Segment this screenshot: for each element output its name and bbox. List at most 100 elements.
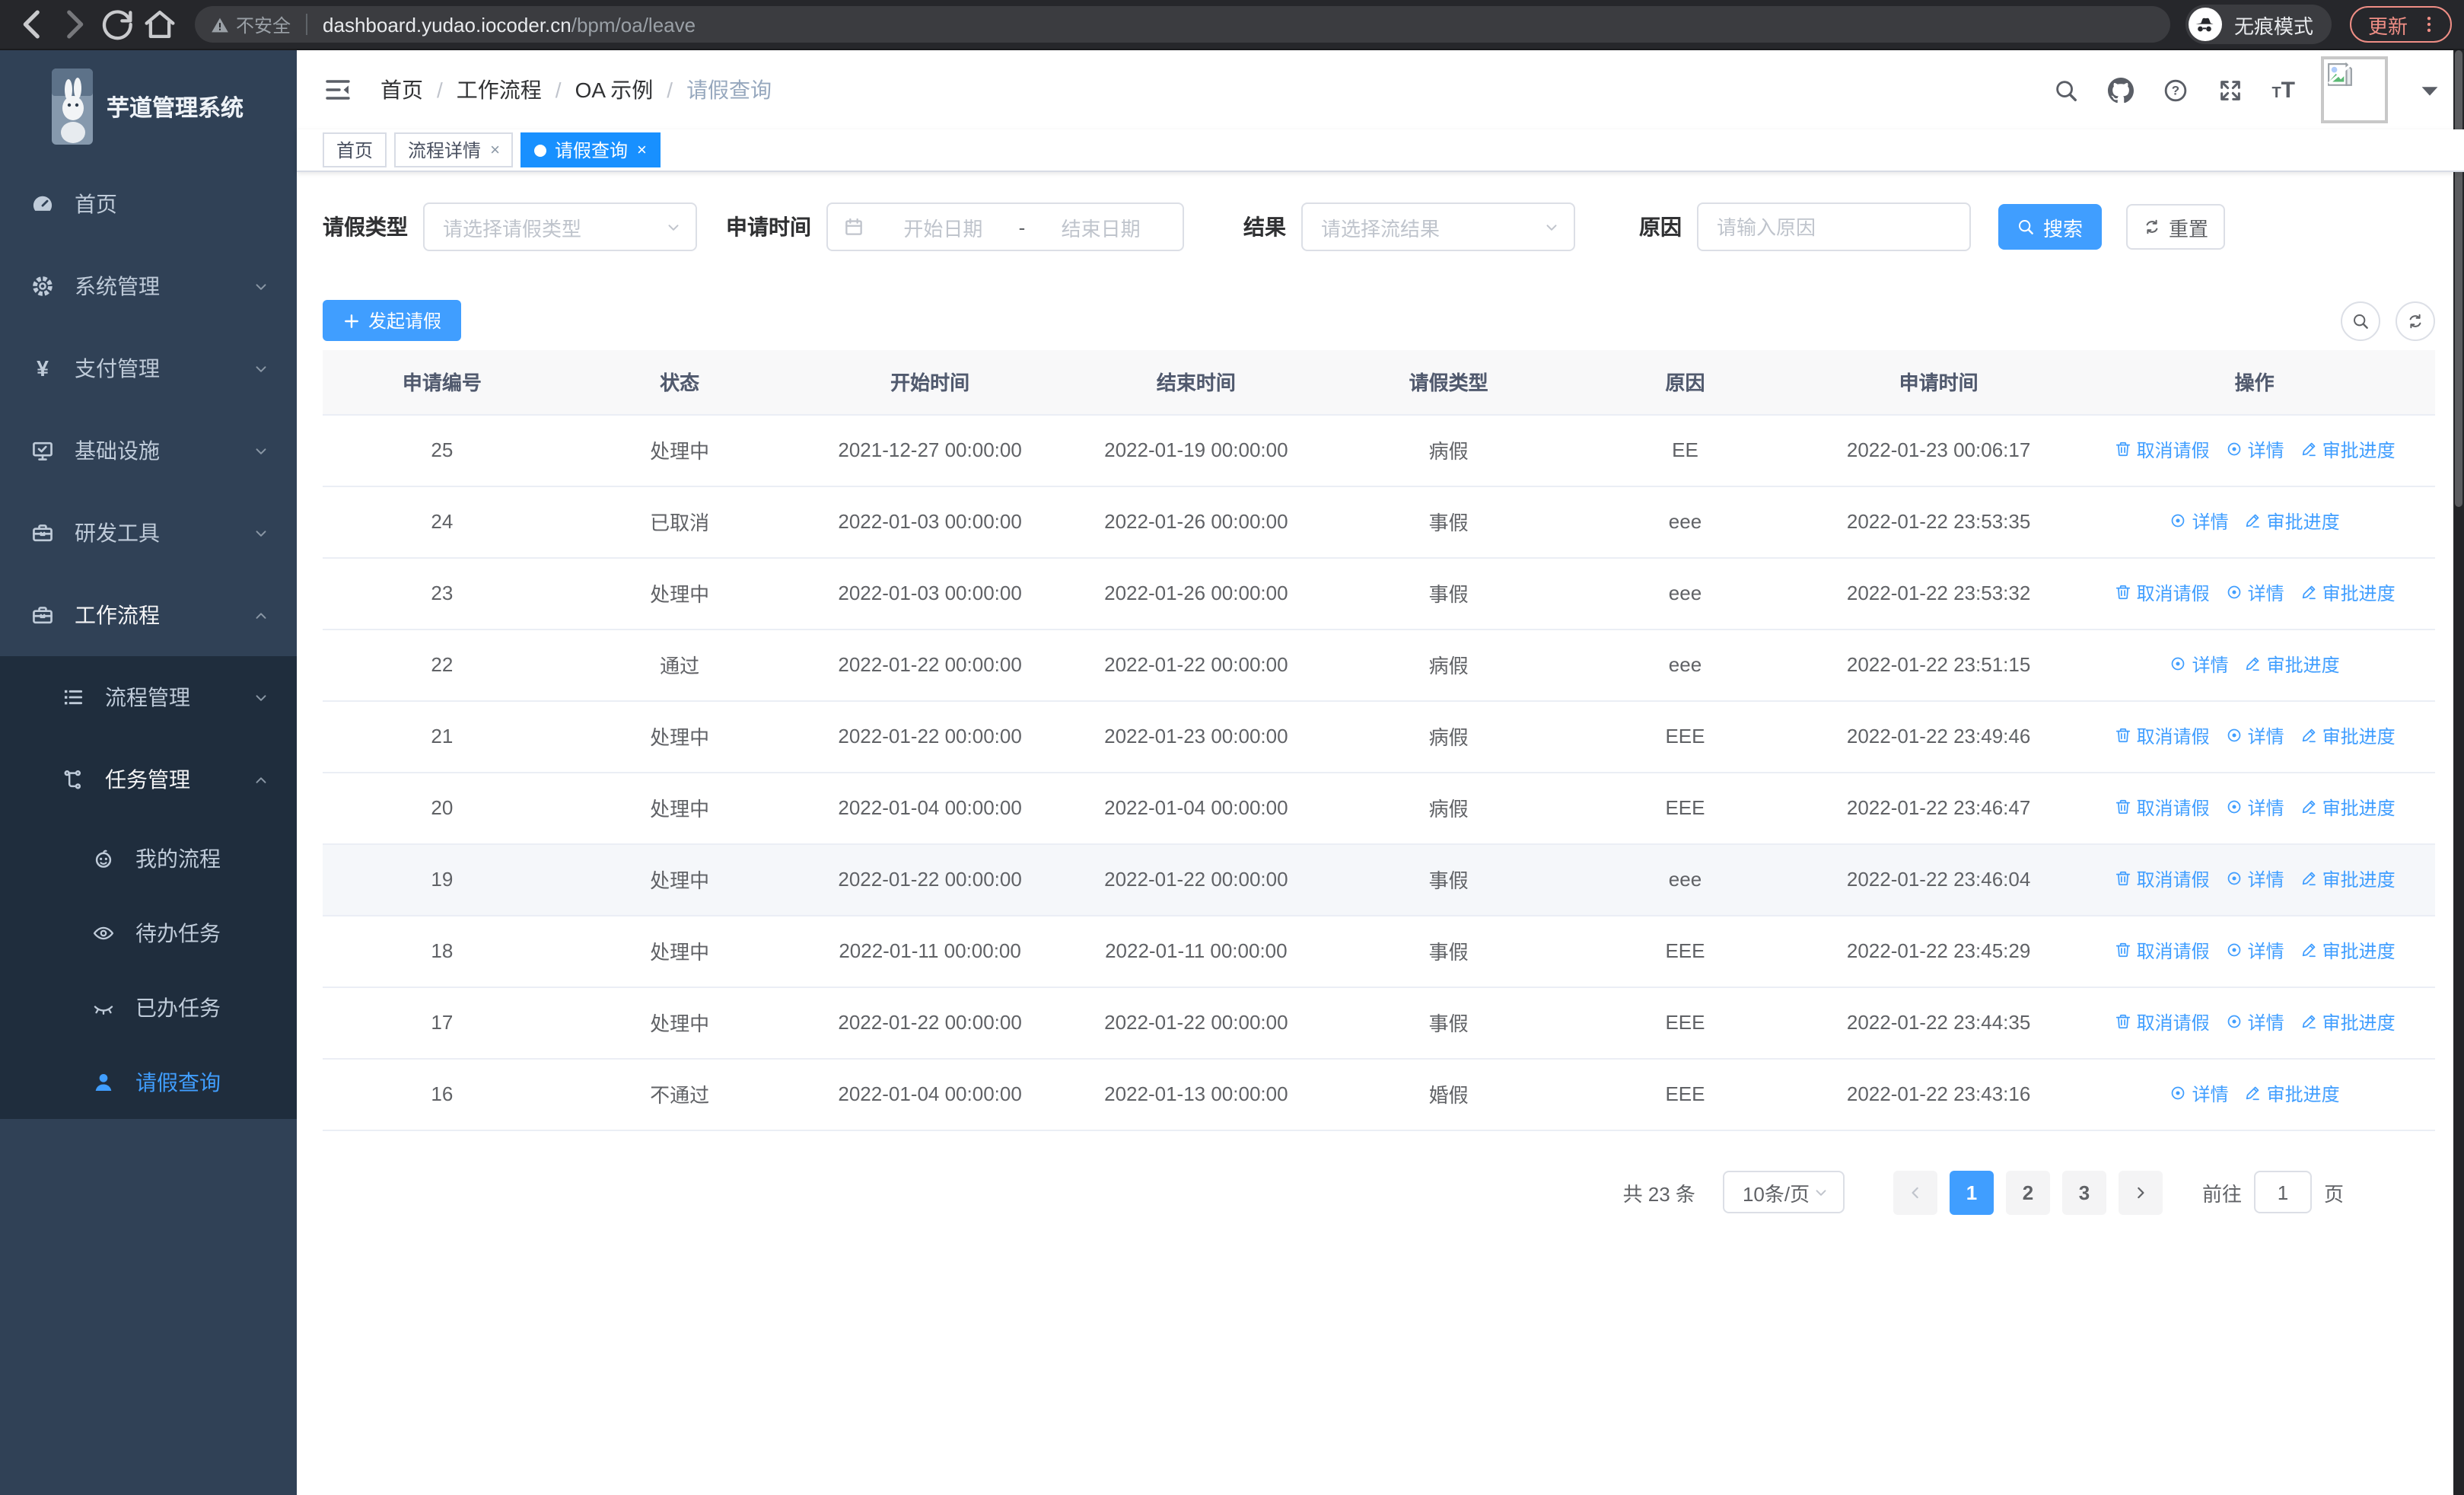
page-1-button[interactable]: 1	[1949, 1170, 1994, 1214]
edit-icon	[2300, 1013, 2318, 1031]
show-search-button[interactable]	[2341, 301, 2380, 340]
sidebar-item-system[interactable]: 系统管理	[0, 245, 297, 327]
breadcrumb: 首页 / 工作流程 / OA 示例 / 请假查询	[380, 75, 772, 105]
prev-page-button[interactable]	[1893, 1170, 1937, 1214]
reload-icon[interactable]	[97, 5, 137, 44]
cell-reason: eee	[1567, 843, 1803, 916]
sidebar-item-process-mgmt[interactable]: 流程管理	[0, 656, 297, 738]
close-icon[interactable]: ×	[637, 141, 647, 159]
sidebar-item-dev-tools[interactable]: 研发工具	[0, 492, 297, 574]
sidebar-item-infrastructure[interactable]: 基础设施	[0, 410, 297, 492]
action-label: 详情	[2247, 582, 2284, 604]
cancel-link[interactable]: 取消请假	[2114, 866, 2210, 892]
cancel-link[interactable]: 取消请假	[2114, 938, 2210, 964]
reason-input[interactable]	[1698, 215, 1969, 238]
cell-reason: EEE	[1567, 987, 1803, 1059]
page-2-button[interactable]: 2	[2005, 1170, 2050, 1214]
sidebar-item-task-mgmt[interactable]: 任务管理	[0, 738, 297, 821]
svg-text:?: ?	[2171, 83, 2179, 97]
detail-link[interactable]: 详情	[2225, 1009, 2284, 1035]
forward-icon[interactable]	[55, 5, 94, 44]
cell-start: 2022-01-22 00:00:00	[797, 629, 1062, 701]
apply-time-range-picker[interactable]: 开始日期 - 结束日期	[826, 202, 1184, 251]
progress-link[interactable]: 审批进度	[2300, 795, 2396, 821]
progress-link[interactable]: 审批进度	[2300, 437, 2396, 463]
progress-link[interactable]: 审批进度	[2300, 938, 2396, 964]
progress-link[interactable]: 审批进度	[2300, 580, 2396, 606]
cell-type: 事假	[1330, 486, 1568, 558]
progress-link[interactable]: 审批进度	[2244, 652, 2340, 677]
cancel-link[interactable]: 取消请假	[2114, 723, 2210, 749]
goto-page-input[interactable]	[2255, 1181, 2310, 1203]
create-leave-button[interactable]: 发起请假	[323, 300, 462, 341]
sidebar-item-leave-query[interactable]: 请假查询	[0, 1044, 297, 1119]
view-icon	[2225, 584, 2243, 602]
leave-type-select[interactable]: 请选择请假类型	[423, 202, 697, 251]
next-page-button[interactable]	[2118, 1170, 2163, 1214]
page-3-button[interactable]: 3	[2061, 1170, 2106, 1214]
menu-dots-icon[interactable]	[2418, 14, 2440, 35]
reset-button[interactable]: 重置	[2126, 204, 2225, 250]
tab-home[interactable]: 首页	[323, 132, 387, 167]
home-icon[interactable]	[140, 5, 180, 44]
cancel-link[interactable]: 取消请假	[2114, 580, 2210, 606]
column-header-start: 开始时间	[797, 350, 1062, 415]
detail-link[interactable]: 详情	[2225, 580, 2284, 606]
table-row: 20 处理中 2022-01-04 00:00:00 2022-01-04 00:00…	[323, 772, 2435, 844]
robot-icon	[91, 846, 116, 870]
result-select[interactable]: 请选择流结果	[1301, 202, 1575, 251]
sidebar-item-home[interactable]: 首页	[0, 163, 297, 245]
help-icon[interactable]: ?	[2162, 77, 2188, 103]
sidebar-item-payment[interactable]: ¥ 支付管理	[0, 327, 297, 410]
cancel-link[interactable]: 取消请假	[2114, 1009, 2210, 1035]
collapse-sidebar-icon[interactable]	[323, 75, 353, 105]
cancel-link[interactable]: 取消请假	[2114, 795, 2210, 821]
url-text[interactable]: dashboard.yudao.iocoder.cn/bpm/oa/leave	[323, 13, 696, 36]
end-date-placeholder[interactable]: 结束日期	[1031, 212, 1170, 241]
refresh-table-button[interactable]	[2396, 301, 2435, 340]
sidebar-item-my-process[interactable]: 我的流程	[0, 821, 297, 895]
breadcrumb-item[interactable]: 工作流程	[457, 75, 542, 105]
divider	[306, 14, 308, 35]
scrollbar-thumb[interactable]	[2455, 50, 2462, 507]
sidebar-item-workflow[interactable]: 工作流程	[0, 574, 297, 656]
avatar[interactable]	[2321, 56, 2388, 123]
font-size-icon[interactable]: TT	[2271, 77, 2295, 103]
tree-icon	[61, 767, 85, 792]
cancel-link[interactable]: 取消请假	[2114, 437, 2210, 463]
github-icon[interactable]	[2107, 77, 2134, 103]
detail-link[interactable]: 详情	[2225, 795, 2284, 821]
chevron-down-icon[interactable]	[2417, 77, 2443, 103]
security-label[interactable]: 不安全	[236, 11, 291, 37]
action-label: 详情	[2192, 654, 2229, 676]
detail-link[interactable]: 详情	[2170, 508, 2229, 534]
browser-update-button[interactable]: 更新	[2349, 6, 2452, 43]
progress-link[interactable]: 审批进度	[2244, 1081, 2340, 1107]
progress-link[interactable]: 审批进度	[2300, 1009, 2396, 1035]
detail-link[interactable]: 详情	[2225, 437, 2284, 463]
page-size-select[interactable]: 10条/页	[1722, 1171, 1845, 1213]
search-icon[interactable]	[2052, 77, 2078, 103]
close-icon[interactable]: ×	[490, 141, 500, 159]
progress-link[interactable]: 审批进度	[2300, 723, 2396, 749]
back-icon[interactable]	[12, 5, 52, 44]
tab-process-detail[interactable]: 流程详情 ×	[394, 132, 514, 167]
start-date-placeholder[interactable]: 开始日期	[874, 212, 1013, 241]
breadcrumb-item[interactable]: OA 示例	[575, 75, 654, 105]
breadcrumb-item[interactable]: 首页	[380, 75, 423, 105]
tab-leave-query[interactable]: 请假查询 ×	[520, 132, 661, 167]
detail-link[interactable]: 详情	[2225, 723, 2284, 749]
detail-link[interactable]: 详情	[2170, 1081, 2229, 1107]
page-content: 请假类型 请选择请假类型 申请时间 开始日期 - 结束日期 结果 请选择流结果	[297, 172, 2464, 1495]
sidebar-item-todo-task[interactable]: 待办任务	[0, 895, 297, 970]
detail-link[interactable]: 详情	[2170, 652, 2229, 677]
search-button[interactable]: 搜索	[1998, 204, 2102, 250]
detail-link[interactable]: 详情	[2225, 938, 2284, 964]
page-scrollbar[interactable]	[2453, 50, 2464, 1495]
progress-link[interactable]: 审批进度	[2244, 508, 2340, 534]
address-bar[interactable]: 不安全 dashboard.yudao.iocoder.cn/bpm/oa/le…	[195, 6, 2170, 43]
detail-link[interactable]: 详情	[2225, 866, 2284, 892]
fullscreen-icon[interactable]	[2217, 77, 2243, 103]
progress-link[interactable]: 审批进度	[2300, 866, 2396, 892]
sidebar-item-done-task[interactable]: 已办任务	[0, 970, 297, 1044]
